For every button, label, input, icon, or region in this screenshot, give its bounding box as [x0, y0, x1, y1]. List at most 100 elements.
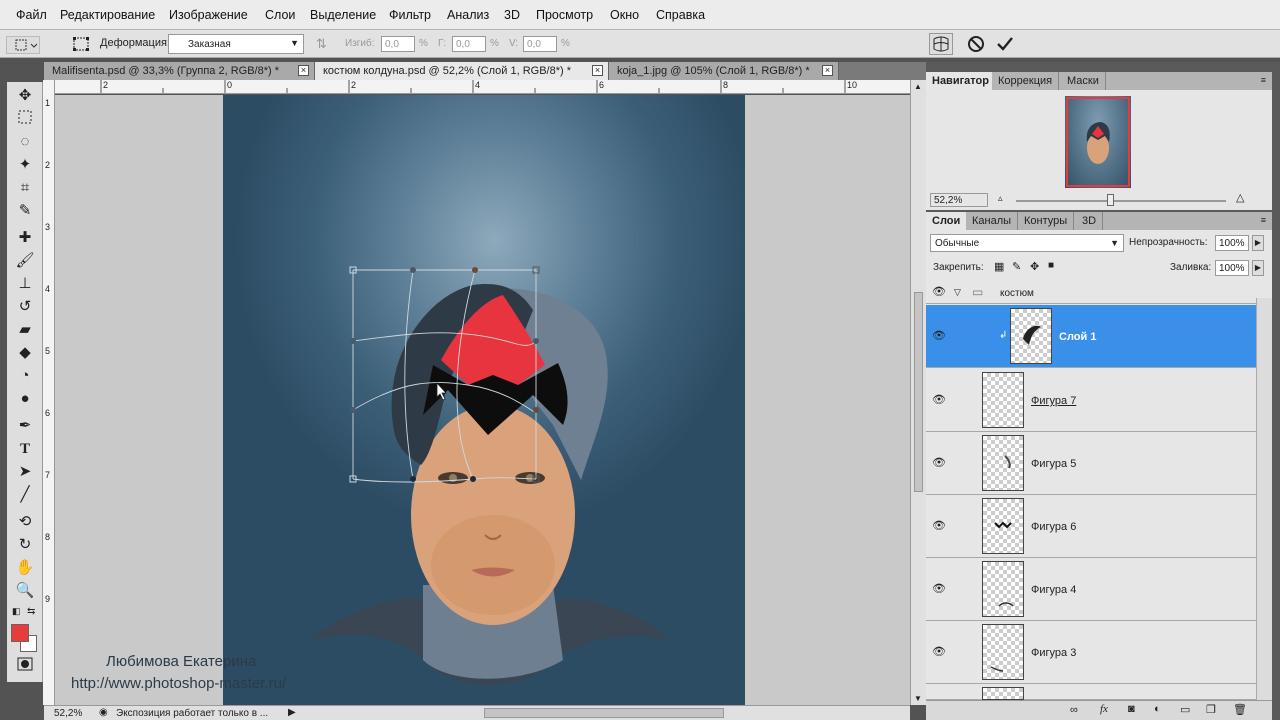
trash-icon[interactable]: 🗑 — [1233, 703, 1247, 716]
foreground-color-swatch[interactable] — [11, 624, 29, 642]
eye-icon[interactable]: 👁 — [932, 584, 946, 595]
hand-tool-icon[interactable]: ✋ — [15, 558, 35, 578]
layer-row[interactable]: 👁 Фигура 4 — [926, 558, 1256, 621]
adjustment-layer-icon[interactable]: ◐ — [1154, 703, 1161, 715]
warp-mode-icon[interactable] — [72, 36, 90, 52]
lock-all-icon[interactable]: ■ — [1048, 260, 1054, 271]
tab-layers[interactable]: Слои — [926, 212, 968, 230]
tab-navigator[interactable]: Навигатор — [926, 72, 996, 90]
menu-view[interactable]: Просмотр — [536, 8, 593, 22]
eye-icon[interactable]: 👁 — [932, 331, 946, 342]
zoom-slider-thumb[interactable] — [1107, 194, 1114, 206]
eraser-tool-icon[interactable]: ▰ — [15, 320, 35, 340]
tab-paths[interactable]: Контуры — [1018, 212, 1075, 230]
type-tool-icon[interactable]: T — [15, 439, 35, 459]
eye-icon[interactable]: 👁 — [932, 395, 946, 406]
quick-mask-icon[interactable] — [15, 657, 35, 677]
lock-position-icon[interactable]: ✥ — [1030, 260, 1039, 273]
fill-arrow-icon[interactable]: ▶ — [1252, 260, 1264, 276]
marquee-tool-icon[interactable] — [15, 109, 35, 129]
menu-help[interactable]: Справка — [656, 8, 705, 22]
horizontal-scroll-thumb[interactable] — [484, 708, 724, 718]
blur-tool-icon[interactable]: ◔ — [15, 366, 35, 386]
zoom-in-icon[interactable]: △ — [1236, 191, 1244, 204]
canvas-workspace[interactable]: Любимова Екатерина http://www.photoshop-… — [55, 95, 910, 705]
warp-toggle-button[interactable] — [929, 33, 953, 55]
tool-preset-picker[interactable] — [6, 36, 40, 54]
zoom-tool-icon[interactable]: 🔍 — [15, 581, 35, 601]
eye-icon[interactable]: 👁 — [932, 647, 946, 658]
menu-analysis[interactable]: Анализ — [447, 8, 489, 22]
eye-icon[interactable]: 👁 — [932, 521, 946, 532]
opacity-input[interactable] — [1215, 235, 1249, 251]
new-group-icon[interactable]: ▭ — [1180, 703, 1190, 716]
zoom-slider-track[interactable] — [1016, 200, 1226, 202]
layer-row[interactable]: 👁 ↲ Слой 1 — [926, 305, 1256, 368]
tab-correction[interactable]: Коррекция — [992, 72, 1060, 90]
menu-image[interactable]: Изображение — [169, 8, 248, 22]
fx-icon[interactable]: fx — [1100, 703, 1108, 715]
blend-mode-select[interactable]: Обычные ▼ — [930, 234, 1124, 252]
lock-pixels-icon[interactable]: ✎ — [1012, 260, 1021, 273]
fill-input[interactable] — [1215, 260, 1249, 276]
warp-style-select[interactable]: Заказная ▼ — [168, 34, 304, 54]
zoom-out-icon[interactable]: ▵ — [998, 193, 1003, 204]
menu-file[interactable]: Файл — [16, 8, 47, 22]
dodge-tool-icon[interactable]: ● — [15, 389, 35, 409]
vertical-scrollbar[interactable]: ▲ ▼ — [910, 80, 926, 705]
close-icon[interactable]: × — [822, 65, 833, 76]
eyedropper-tool-icon[interactable]: ✎ — [15, 201, 35, 221]
layer-row[interactable]: 👁 Фигура 5 — [926, 432, 1256, 495]
tab-malifisenta[interactable]: Malifisenta.psd @ 33,3% (Группа 2, RGB/8… — [44, 62, 315, 80]
scroll-up-icon[interactable]: ▲ — [914, 82, 922, 91]
status-arrow-icon[interactable]: ▶ — [288, 707, 296, 718]
menu-layers[interactable]: Слои — [265, 8, 295, 22]
layer-group-row[interactable]: 👁 ▽ ▭ костюм — [926, 282, 1256, 304]
scroll-thumb[interactable] — [914, 292, 923, 492]
tab-masks[interactable]: Маски — [1061, 72, 1106, 90]
close-icon[interactable]: × — [592, 65, 603, 76]
cancel-transform-button[interactable] — [967, 35, 985, 53]
opacity-arrow-icon[interactable]: ▶ — [1252, 235, 1264, 251]
brush-tool-icon[interactable]: 🖌 — [15, 251, 35, 271]
panel-menu-icon[interactable]: ≡ — [1261, 215, 1266, 225]
move-tool-icon[interactable]: ✥ — [15, 86, 35, 106]
paint-bucket-tool-icon[interactable]: ◆ — [15, 343, 35, 363]
default-colors-icon[interactable]: ◧ — [12, 606, 21, 617]
h-distort-input[interactable] — [452, 36, 486, 52]
menu-select[interactable]: Выделение — [310, 8, 376, 22]
eye-icon[interactable]: 👁 — [932, 458, 946, 469]
status-info-icon[interactable]: ◉ — [99, 707, 108, 718]
stamp-tool-icon[interactable]: ⊥ — [15, 274, 35, 294]
tab-koja[interactable]: koja_1.jpg @ 105% (Слой 1, RGB/8*) * × — [609, 62, 839, 80]
new-layer-icon[interactable]: ❐ — [1206, 703, 1216, 716]
bend-input[interactable] — [381, 36, 415, 52]
layers-scrollbar[interactable] — [1256, 298, 1272, 700]
line-tool-icon[interactable]: ╱ — [15, 485, 35, 505]
swap-colors-icon[interactable]: ⇆ — [27, 606, 35, 617]
healing-brush-tool-icon[interactable]: ✚ — [15, 228, 35, 248]
tab-channels[interactable]: Каналы — [966, 212, 1019, 230]
navigator-zoom-input[interactable] — [930, 193, 988, 207]
scroll-down-icon[interactable]: ▼ — [914, 694, 922, 703]
tab-kostyum-kolduna[interactable]: костюм колдуна.psd @ 52,2% (Слой 1, RGB/… — [315, 62, 609, 80]
eye-icon[interactable]: 👁 — [932, 287, 946, 298]
3d-orbit-tool-icon[interactable]: ↻ — [15, 535, 35, 555]
history-brush-tool-icon[interactable]: ↺ — [15, 297, 35, 317]
navigator-thumbnail[interactable] — [1065, 96, 1131, 188]
3d-rotate-tool-icon[interactable]: ⟲ — [15, 512, 35, 532]
add-mask-icon[interactable]: ◙ — [1128, 703, 1135, 715]
panel-menu-icon[interactable]: ≡ — [1261, 75, 1266, 85]
layer-row[interactable]: 👁 Фигура 3 — [926, 621, 1256, 684]
expand-arrow-icon[interactable]: ▽ — [954, 287, 961, 298]
magic-wand-tool-icon[interactable]: ✦ — [15, 155, 35, 175]
pen-tool-icon[interactable]: ✒ — [15, 416, 35, 436]
document-canvas[interactable] — [223, 95, 745, 705]
v-distort-input[interactable] — [523, 36, 557, 52]
menu-filter[interactable]: Фильтр — [389, 8, 431, 22]
commit-transform-button[interactable] — [996, 35, 1014, 53]
layer-row[interactable] — [926, 684, 1256, 700]
lasso-tool-icon[interactable]: ◌ — [15, 132, 35, 152]
lock-transparency-icon[interactable]: ▦ — [994, 260, 1004, 273]
layer-row[interactable]: 👁 Фигура 7 — [926, 369, 1256, 432]
